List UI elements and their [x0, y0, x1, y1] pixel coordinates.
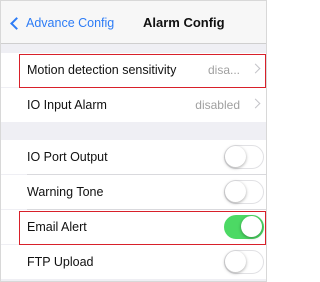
chevron-left-icon	[10, 16, 23, 30]
email-alert-row: Email Alert	[1, 210, 266, 244]
warning-tone-toggle[interactable]	[224, 180, 264, 204]
row-label: Email Alert	[27, 220, 87, 234]
navigation-bar: Advance Config Alarm Config	[1, 1, 266, 44]
page-title: Alarm Config	[143, 15, 225, 30]
toggle-knob	[225, 181, 246, 202]
io-port-output-row: IO Port Output	[1, 140, 266, 174]
io-input-alarm-row[interactable]: IO Input Alarm disabled	[1, 88, 266, 122]
row-value: disabled	[195, 98, 240, 112]
ftp-upload-toggle[interactable]	[224, 250, 264, 274]
row-label: Warning Tone	[27, 185, 104, 199]
back-button[interactable]: Advance Config	[9, 13, 114, 33]
toggle-knob	[225, 146, 246, 167]
row-label: Motion detection sensitivity	[27, 63, 177, 77]
alarm-config-screen: Advance Config Alarm Config Motion detec…	[0, 0, 267, 282]
toggle-knob	[225, 251, 246, 272]
email-alert-toggle[interactable]	[224, 215, 264, 239]
row-value: disa...	[207, 63, 240, 77]
io-port-output-toggle[interactable]	[224, 145, 264, 169]
toggle-knob	[241, 216, 262, 237]
motion-detection-sensitivity-row[interactable]: Motion detection sensitivity disa...	[1, 53, 266, 87]
warning-tone-row: Warning Tone	[1, 175, 266, 209]
row-label: FTP Upload	[27, 255, 94, 269]
row-label: IO Input Alarm	[27, 98, 107, 112]
ftp-upload-row: FTP Upload	[1, 245, 266, 279]
chevron-right-icon	[250, 63, 261, 74]
back-button-label: Advance Config	[26, 16, 115, 30]
row-label: IO Port Output	[27, 150, 108, 164]
chevron-right-icon	[250, 98, 261, 109]
